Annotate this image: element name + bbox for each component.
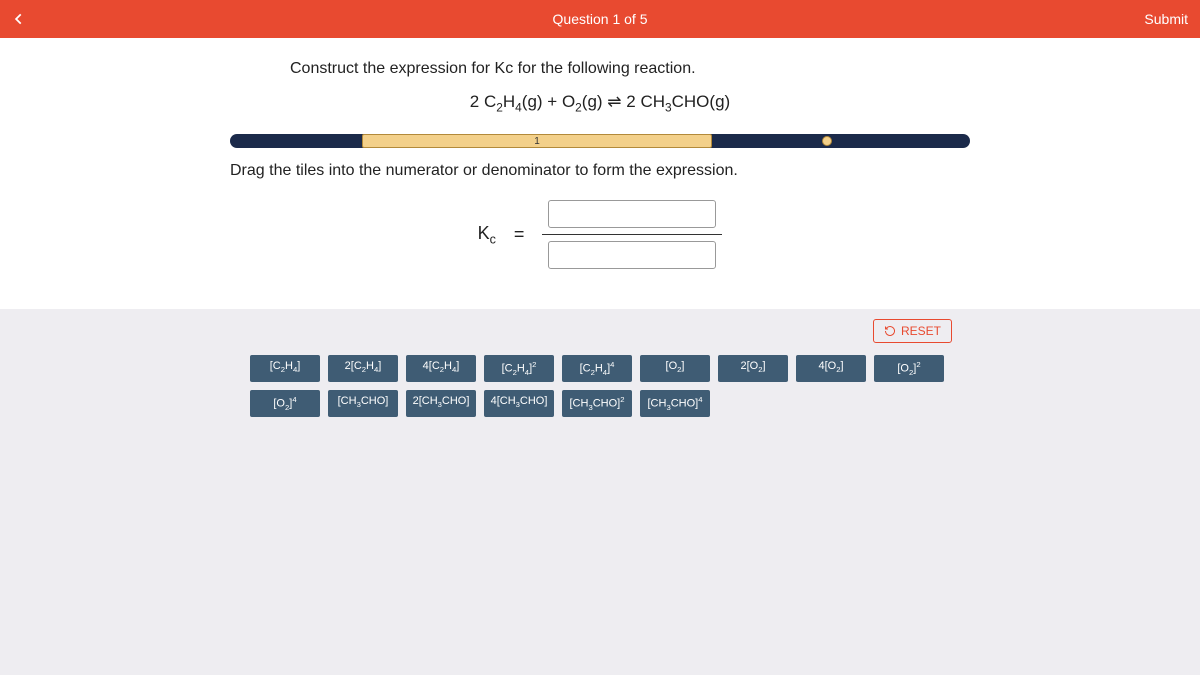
submit-button[interactable]: Submit xyxy=(1144,11,1188,27)
progress-cap-left xyxy=(230,134,242,148)
tile[interactable]: [C2H4] xyxy=(250,355,320,382)
tile[interactable]: [O2]4 xyxy=(250,390,320,417)
kc-symbol: Kc xyxy=(478,223,496,247)
tile[interactable]: [O2] xyxy=(640,355,710,382)
progress-step-number: 1 xyxy=(534,136,540,147)
back-button[interactable] xyxy=(0,0,38,38)
tile[interactable]: [C2H4]4 xyxy=(562,355,632,382)
step-progress: 1 xyxy=(230,134,970,148)
tile[interactable]: [CH3CHO]2 xyxy=(562,390,632,417)
progress-cap-right xyxy=(958,134,970,148)
tile-bank: [C2H4]2[C2H4]4[C2H4][C2H4]2[C2H4]4[O2]2[… xyxy=(250,355,950,417)
instruction-primary: Construct the expression for Kc for the … xyxy=(290,60,970,78)
chevron-left-icon xyxy=(12,12,26,26)
undo-icon xyxy=(884,325,896,337)
expression-builder: Kc = xyxy=(230,200,970,269)
tile[interactable]: 2[CH3CHO] xyxy=(406,390,476,417)
tile[interactable]: 2[O2] xyxy=(718,355,788,382)
progress-current-step[interactable]: 1 xyxy=(362,134,712,148)
fraction-bar xyxy=(542,234,722,235)
tile[interactable]: [C2H4]2 xyxy=(484,355,554,382)
tile[interactable]: 2[C2H4] xyxy=(328,355,398,382)
tile[interactable]: [O2]2 xyxy=(874,355,944,382)
progress-track: 1 xyxy=(242,134,958,148)
question-content: Construct the expression for Kc for the … xyxy=(0,38,1200,309)
question-title: Question 1 of 5 xyxy=(553,11,648,27)
top-header: Question 1 of 5 Submit xyxy=(0,0,1200,38)
tile[interactable]: 4[CH3CHO] xyxy=(484,390,554,417)
tile[interactable]: 4[C2H4] xyxy=(406,355,476,382)
denominator-dropzone[interactable] xyxy=(548,241,716,269)
reaction-equation: 2 C2H4(g) + O2(g) ⇌ 2 CH3CHO(g) xyxy=(230,92,970,114)
tile[interactable]: [CH3CHO]4 xyxy=(640,390,710,417)
fraction xyxy=(542,200,722,269)
tile-bank-area: RESET [C2H4] 2[C2H4] 4[C2H4] [C2H4]2 [C2H4]4… xyxy=(0,309,1200,417)
progress-future-marker xyxy=(822,136,832,146)
equals-sign: = xyxy=(514,224,525,245)
tile[interactable]: [CH3CHO] xyxy=(328,390,398,417)
numerator-dropzone[interactable] xyxy=(548,200,716,228)
tile[interactable]: 4[O2] xyxy=(796,355,866,382)
reset-label: RESET xyxy=(901,324,941,338)
reset-button[interactable]: RESET xyxy=(873,319,952,343)
instruction-secondary: Drag the tiles into the numerator or den… xyxy=(230,162,970,180)
